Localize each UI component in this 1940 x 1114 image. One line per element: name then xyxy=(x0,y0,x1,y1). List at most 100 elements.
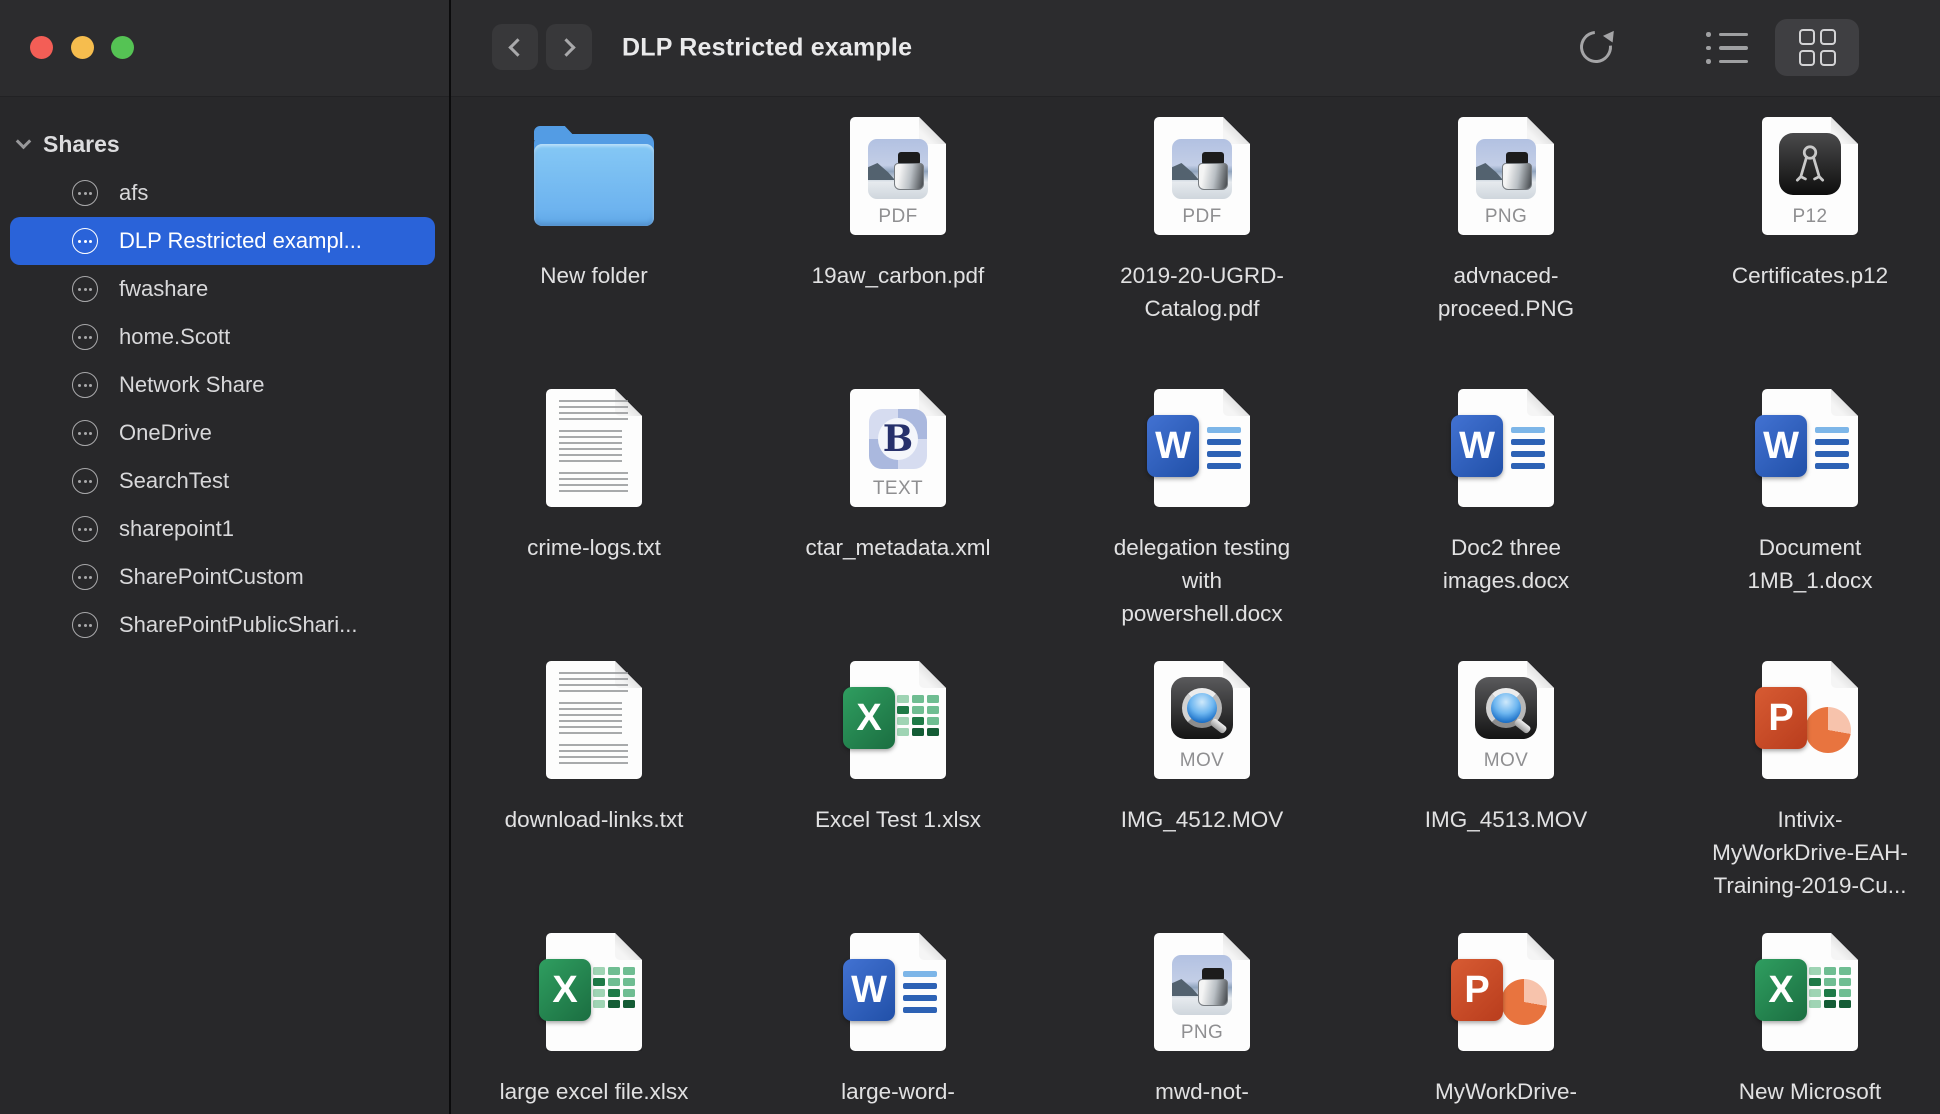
word-file-icon: W xyxy=(1154,389,1250,507)
file-tile[interactable]: PNG advnaced- proceed.PNG xyxy=(1354,117,1658,389)
zoom-window-button[interactable] xyxy=(111,36,134,59)
file-label: delegation testing with powershell.docx xyxy=(1114,531,1290,630)
file-label: Intivix- MyWorkDrive-EAH- Training-2019-… xyxy=(1712,803,1908,902)
excel-app-tile: X xyxy=(1755,959,1807,1021)
sidebar-section-shares[interactable]: Shares xyxy=(18,127,449,161)
image-thumbnail xyxy=(868,139,928,199)
ink-bottle-thumbnail xyxy=(1198,152,1228,194)
folded-corner xyxy=(919,933,946,960)
pdf-file-icon: PDF xyxy=(1154,117,1250,235)
refresh-button[interactable] xyxy=(1573,24,1618,69)
word-app-tile: W xyxy=(1755,415,1807,477)
sidebar-item[interactable]: sharepoint1 xyxy=(10,505,435,553)
file-tile[interactable]: PDF 2019-20-UGRD- Catalog.pdf xyxy=(1050,117,1354,389)
folded-corner xyxy=(615,933,642,960)
text-file-icon xyxy=(546,389,642,507)
file-tile[interactable]: download-links.txt xyxy=(442,661,746,933)
file-type-badge: PNG xyxy=(1154,1022,1250,1044)
titlebar: DLP Restricted example xyxy=(0,0,1940,97)
folded-corner xyxy=(919,661,946,688)
file-label: Excel Test 1.xlsx xyxy=(815,803,981,836)
quicktime-tile xyxy=(1475,677,1537,739)
sidebar-item[interactable]: home.Scott xyxy=(10,313,435,361)
text-preview-lines xyxy=(559,400,628,422)
xml-bbedit-file-icon: B TEXT xyxy=(850,389,946,507)
sidebar-item[interactable]: SharePointCustom xyxy=(10,553,435,601)
word-app-tile: W xyxy=(1451,415,1503,477)
sidebar-item-label: Network Share xyxy=(119,372,265,398)
sidebar-item[interactable]: Network Share xyxy=(10,361,435,409)
back-button[interactable] xyxy=(492,24,538,70)
file-tile[interactable]: X large excel file.xlsx xyxy=(442,933,746,1114)
keychain-tile xyxy=(1779,133,1841,195)
sidebar-item-label: SharePointPublicShari... xyxy=(119,612,357,638)
file-tile[interactable]: New folder xyxy=(442,117,746,389)
list-view-button[interactable] xyxy=(1706,32,1748,64)
folded-corner xyxy=(1527,389,1554,416)
file-tile[interactable]: B TEXT ctar_metadata.xml xyxy=(746,389,1050,661)
sidebar-item[interactable]: afs xyxy=(10,169,435,217)
spreadsheet-cells xyxy=(1809,967,1851,1008)
sidebar-item-label: DLP Restricted exampl... xyxy=(119,228,362,254)
file-label: IMG_4513.MOV xyxy=(1425,803,1588,836)
sidebar-item[interactable]: SearchTest xyxy=(10,457,435,505)
share-circle-icon xyxy=(72,228,98,254)
keys-icon xyxy=(1787,141,1833,187)
file-grid: New folder PDF 19aw_carbon.pdf PDF 2019-… xyxy=(442,117,1940,1114)
file-tile[interactable]: X Excel Test 1.xlsx xyxy=(746,661,1050,933)
forward-button[interactable] xyxy=(546,24,592,70)
minimize-window-button[interactable] xyxy=(71,36,94,59)
file-type-badge: PDF xyxy=(1154,206,1250,228)
share-circle-icon xyxy=(72,564,98,590)
share-circle-icon xyxy=(72,516,98,542)
powerpoint-app-tile: P xyxy=(1755,687,1807,749)
file-label: ctar_metadata.xml xyxy=(805,531,990,564)
file-type-badge: PNG xyxy=(1458,206,1554,228)
sidebar-section-label: Shares xyxy=(43,131,120,158)
file-type-badge: MOV xyxy=(1458,750,1554,772)
file-label: download-links.txt xyxy=(505,803,684,836)
sidebar-item[interactable]: fwashare xyxy=(10,265,435,313)
close-window-button[interactable] xyxy=(30,36,53,59)
sidebar-item-label: home.Scott xyxy=(119,324,230,350)
file-tile[interactable]: W Document 1MB_1.docx xyxy=(1658,389,1940,661)
folded-corner xyxy=(1223,389,1250,416)
file-tile[interactable]: PDF 19aw_carbon.pdf xyxy=(746,117,1050,389)
file-tile[interactable]: crime-logs.txt xyxy=(442,389,746,661)
chevron-down-icon xyxy=(16,133,32,149)
png-file-icon: PNG xyxy=(1154,933,1250,1051)
file-tile[interactable]: P MyWorkDrive- xyxy=(1354,933,1658,1114)
file-browser-window: DLP Restricted example Shares afs DLP Re… xyxy=(0,0,1940,1114)
document-lines xyxy=(1511,427,1545,469)
file-label: 2019-20-UGRD- Catalog.pdf xyxy=(1120,259,1284,325)
sidebar-item[interactable]: DLP Restricted exampl... xyxy=(10,217,435,265)
sidebar-item[interactable]: SharePointPublicShari... xyxy=(10,601,435,649)
file-tile[interactable]: W Doc2 three images.docx xyxy=(1354,389,1658,661)
file-tile[interactable]: P12 Certificates.p12 xyxy=(1658,117,1940,389)
file-label: advnaced- proceed.PNG xyxy=(1438,259,1574,325)
sidebar-item[interactable]: OneDrive xyxy=(10,409,435,457)
file-tile[interactable]: MOV IMG_4512.MOV xyxy=(1050,661,1354,933)
file-tile[interactable]: W large-word- xyxy=(746,933,1050,1114)
page-title: DLP Restricted example xyxy=(622,34,912,63)
sidebar-item-label: sharepoint1 xyxy=(119,516,234,542)
sidebar: Shares afs DLP Restricted exampl... fwas… xyxy=(0,97,449,1114)
folded-corner xyxy=(1831,389,1858,416)
file-tile[interactable]: W delegation testing with powershell.doc… xyxy=(1050,389,1354,661)
file-tile[interactable]: P Intivix- MyWorkDrive-EAH- Training-201… xyxy=(1658,661,1940,933)
pdf-file-icon: PDF xyxy=(850,117,946,235)
bbedit-emblem: B xyxy=(869,409,927,469)
file-tile[interactable]: MOV IMG_4513.MOV xyxy=(1354,661,1658,933)
ink-bottle-thumbnail xyxy=(1198,968,1228,1010)
file-type-badge: PDF xyxy=(850,206,946,228)
grid-view-button[interactable] xyxy=(1775,19,1859,76)
document-lines xyxy=(903,971,937,1013)
powerpoint-file-icon: P xyxy=(1762,661,1858,779)
folded-corner xyxy=(1831,661,1858,688)
file-tile[interactable]: X New Microsoft xyxy=(1658,933,1940,1114)
file-tile[interactable]: PNG mwd-not- xyxy=(1050,933,1354,1114)
sidebar-divider xyxy=(449,0,451,1114)
ink-bottle-thumbnail xyxy=(1502,152,1532,194)
pie-chart-graphic xyxy=(1501,979,1547,1025)
spreadsheet-cells xyxy=(897,695,939,736)
